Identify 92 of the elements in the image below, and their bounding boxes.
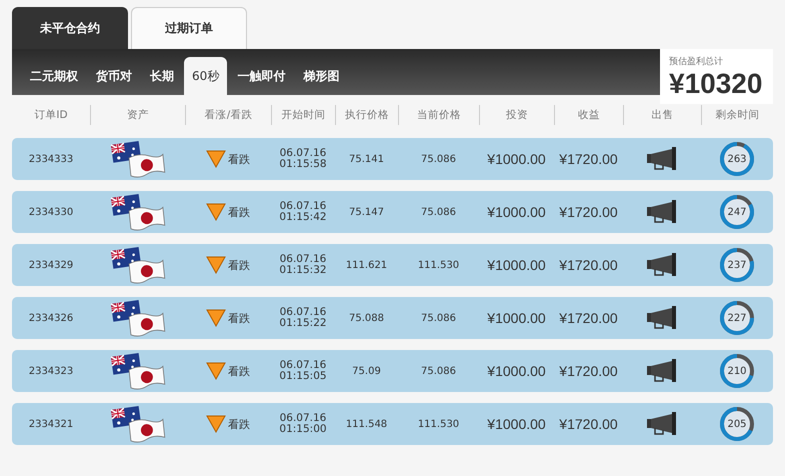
strike-price: 111.621 <box>344 260 388 270</box>
order-id: 2334323 <box>28 366 74 376</box>
column-header: 投资 <box>479 105 554 125</box>
investment: ¥1000.00 <box>486 151 547 167</box>
down-arrow-icon <box>206 203 226 221</box>
payout: ¥1720.00 <box>558 416 619 432</box>
flags-drawing <box>110 299 166 337</box>
payout: ¥1720.00 <box>558 204 619 220</box>
current-price: 75.086 <box>420 312 457 324</box>
strike-price: 111.548 <box>344 418 388 430</box>
tab[interactable]: 长期 <box>142 57 182 95</box>
start-time: 06.07.16 01:15:05 <box>278 360 328 382</box>
sell-button[interactable] <box>646 358 678 384</box>
direction-label: 看跌 <box>228 204 250 220</box>
down-arrow-icon <box>206 150 226 168</box>
strike-price: 75.141 <box>348 154 385 164</box>
tab[interactable]: 60秒 <box>184 57 228 95</box>
start-time: 06.07.16 01:15:42 <box>278 201 328 223</box>
summary-value: ¥10320 <box>669 68 764 100</box>
countdown-ring: 227 <box>720 301 754 335</box>
tab[interactable]: 过期订单 <box>131 7 247 49</box>
countdown-ring: 263 <box>720 142 754 176</box>
order-id: 2334321 <box>28 418 74 430</box>
down-arrow-icon <box>206 256 226 274</box>
flags-drawing <box>110 352 166 390</box>
countdown-ring: 237 <box>720 248 754 282</box>
investment: ¥1000.00 <box>486 310 547 326</box>
sell-button[interactable] <box>646 146 678 172</box>
payout: ¥1720.00 <box>558 151 619 167</box>
strike-price: 75.088 <box>348 312 385 324</box>
megaphone-icon <box>646 252 678 278</box>
column-header: 执行价格 <box>335 105 398 125</box>
column-header: 当前价格 <box>398 105 479 125</box>
direction-label: 看跌 <box>228 416 250 432</box>
investment: ¥1000.00 <box>486 363 547 379</box>
order-id: 2334330 <box>28 206 74 218</box>
countdown-ring: 205 <box>720 407 754 441</box>
megaphone-icon <box>646 411 678 437</box>
down-arrow-icon <box>206 309 226 327</box>
flags-drawing <box>110 405 166 443</box>
summary-label: 预估盈利总计 <box>669 56 724 68</box>
column-header: 开始时间 <box>271 105 335 125</box>
column-header: 看涨/看跌 <box>185 105 271 125</box>
column-header: 出售 <box>623 105 701 125</box>
megaphone-icon <box>646 199 678 225</box>
down-arrow-icon <box>206 362 226 380</box>
current-price: 111.530 <box>416 260 460 270</box>
tab[interactable]: 二元期权 <box>22 57 86 95</box>
megaphone-icon <box>646 146 678 172</box>
direction-label: 看跌 <box>228 152 250 166</box>
sell-button[interactable] <box>646 411 678 437</box>
column-header: 剩余时间 <box>701 105 773 125</box>
column-header: 收益 <box>554 105 623 125</box>
column-header: 订单ID <box>33 108 69 123</box>
start-time: 06.07.16 01:15:32 <box>278 254 328 276</box>
order-id: 2334333 <box>28 154 74 164</box>
tab[interactable]: 一触即付 <box>229 57 294 95</box>
tab[interactable]: 货币对 <box>88 57 140 95</box>
current-price: 75.086 <box>420 366 457 376</box>
down-arrow-icon <box>206 415 226 433</box>
investment: ¥1000.00 <box>486 257 547 273</box>
sell-button[interactable] <box>646 305 678 331</box>
start-time: 06.07.16 01:15:22 <box>278 307 328 329</box>
current-price: 111.530 <box>416 418 460 430</box>
payout: ¥1720.00 <box>558 363 619 379</box>
start-time: 06.07.16 01:15:58 <box>278 148 328 170</box>
megaphone-icon <box>646 305 678 331</box>
order-id: 2334329 <box>28 260 74 270</box>
flags-drawing <box>110 246 166 284</box>
direction-label: 看跌 <box>228 310 250 326</box>
investment: ¥1000.00 <box>486 204 547 220</box>
megaphone-icon <box>646 358 678 384</box>
flags-drawing <box>110 140 166 178</box>
column-header: 资产 <box>90 105 185 125</box>
direction-label: 看跌 <box>228 258 250 272</box>
flags-drawing <box>110 193 166 231</box>
countdown-ring: 210 <box>720 354 754 388</box>
strike-price: 75.147 <box>348 206 385 218</box>
tab[interactable]: 未平仓合约 <box>12 7 128 49</box>
current-price: 75.086 <box>420 154 457 164</box>
sell-button[interactable] <box>646 252 678 278</box>
investment: ¥1000.00 <box>486 416 547 432</box>
direction-label: 看跌 <box>228 364 250 378</box>
payout: ¥1720.00 <box>558 310 619 326</box>
countdown-ring: 247 <box>720 195 754 229</box>
current-price: 75.086 <box>420 206 457 218</box>
strike-price: 75.09 <box>351 366 382 376</box>
tab[interactable]: 梯形图 <box>295 57 348 95</box>
payout: ¥1720.00 <box>558 257 619 273</box>
order-id: 2334326 <box>28 312 74 324</box>
start-time: 06.07.16 01:15:00 <box>278 413 328 435</box>
sell-button[interactable] <box>646 199 678 225</box>
